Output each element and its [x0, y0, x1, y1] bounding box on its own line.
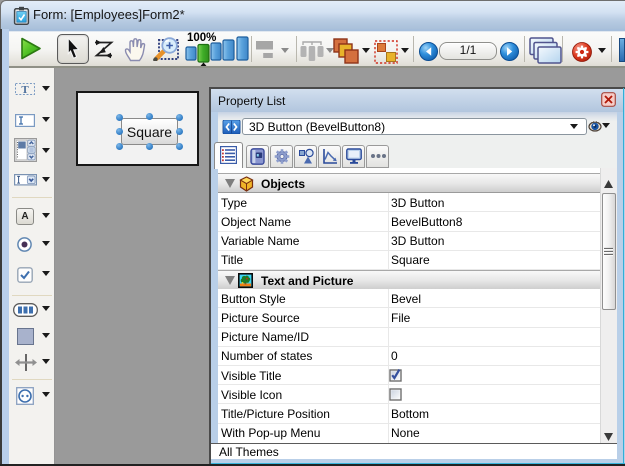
svg-text:T: T [21, 84, 29, 95]
